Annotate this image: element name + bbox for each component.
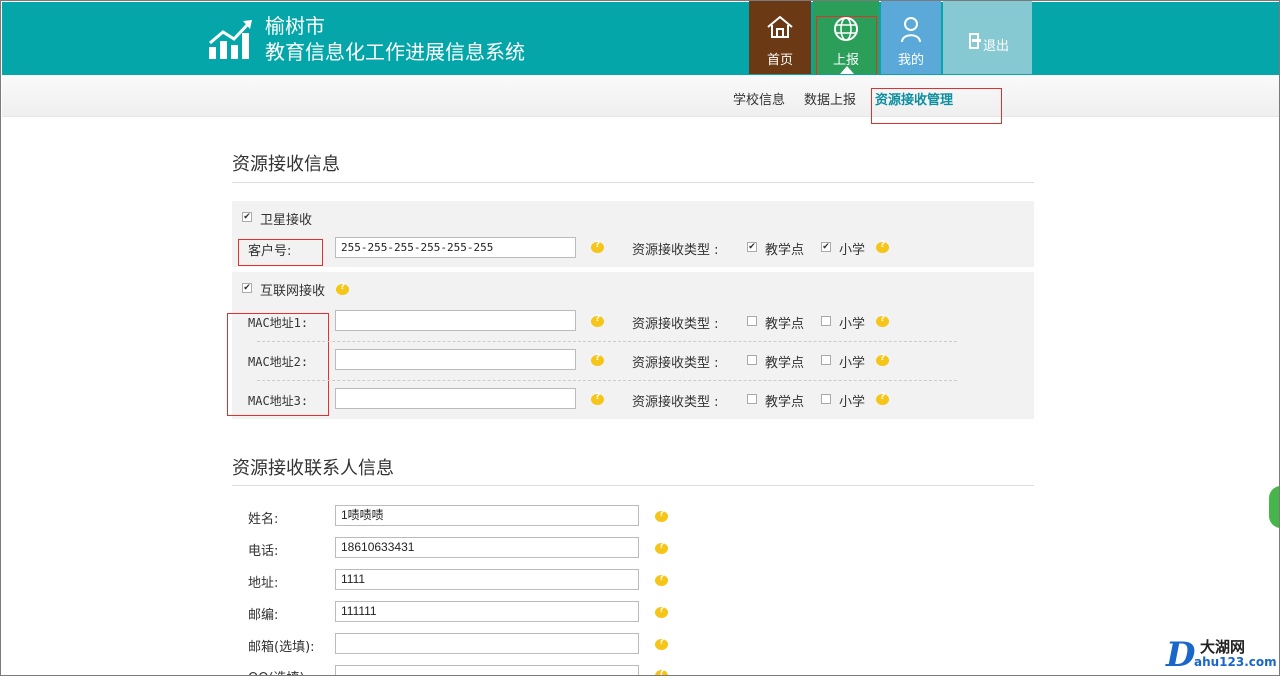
- internet-label: 互联网接收: [260, 284, 326, 299]
- section-divider: [232, 182, 1034, 183]
- resource-section-title: 资源接收信息: [232, 154, 340, 175]
- contact-section-title: 资源接收联系人信息: [232, 458, 394, 479]
- mac2-type-primary-label: 小学: [839, 356, 866, 371]
- help-icon[interactable]: [876, 240, 889, 253]
- phone-input[interactable]: 18610633431: [335, 537, 639, 558]
- row-divider: [257, 380, 957, 381]
- annotation-box-report: [816, 16, 877, 80]
- address-input[interactable]: 1111: [335, 569, 639, 590]
- mac3-type-primary-label: 小学: [839, 395, 866, 410]
- mac2-type-school-point-label: 教学点: [765, 356, 805, 371]
- nav-home-label: 首页: [766, 53, 793, 68]
- mac1-input[interactable]: [335, 310, 576, 331]
- name-label: 姓名:: [248, 512, 279, 527]
- mac2-type-label: 资源接收类型 :: [632, 356, 719, 371]
- name-input[interactable]: 1啧啧啧: [335, 505, 639, 526]
- annotation-box-resource-mgmt: [871, 88, 1002, 124]
- subnav-data-report[interactable]: 数据上报: [804, 89, 856, 108]
- sub-navigation: 学校信息 数据上报 资源接收管理: [2, 75, 1279, 117]
- type-primary-checkbox[interactable]: ✔: [821, 242, 831, 252]
- help-icon[interactable]: [591, 240, 604, 253]
- site-watermark: D 大湖网 ahu123.com: [1166, 633, 1277, 675]
- postcode-input[interactable]: 111111: [335, 601, 639, 622]
- home-icon: [767, 15, 793, 38]
- help-icon[interactable]: [655, 668, 668, 675]
- mac2-type-school-point-checkbox[interactable]: [747, 355, 757, 365]
- mac1-type-primary-checkbox[interactable]: [821, 316, 831, 326]
- qq-label: QQ(选填):: [248, 667, 309, 675]
- top-header: 榆树市 教育信息化工作进展信息系统: [2, 2, 1279, 75]
- satellite-checkbox[interactable]: ✔: [242, 212, 252, 222]
- mac3-type-school-point-checkbox[interactable]: [747, 394, 757, 404]
- mac3-input[interactable]: [335, 388, 576, 409]
- nav-home-button[interactable]: 首页: [749, 1, 811, 74]
- mac3-label: MAC地址3:: [248, 394, 309, 408]
- nav-logout-button[interactable]: 退出: [943, 1, 1032, 74]
- nav-logout-label: 退出: [983, 39, 1010, 54]
- nav-mine-label: 我的: [897, 53, 924, 68]
- address-label: 地址:: [248, 576, 279, 591]
- customer-no-input[interactable]: 255-255-255-255-255-255: [335, 237, 576, 258]
- mac3-type-primary-checkbox[interactable]: [821, 394, 831, 404]
- type-school-point-label: 教学点: [765, 243, 805, 258]
- type-school-point-checkbox[interactable]: ✔: [747, 242, 757, 252]
- watermark-en: ahu123.com: [1194, 655, 1277, 669]
- help-icon[interactable]: [591, 392, 604, 405]
- watermark-letter: D: [1166, 635, 1196, 675]
- mac2-input[interactable]: [335, 349, 576, 370]
- watermark-cn: 大湖网: [1200, 638, 1246, 656]
- city-name: 榆树市: [265, 14, 325, 38]
- help-icon[interactable]: [655, 605, 668, 618]
- mac1-type-primary-label: 小学: [839, 317, 866, 332]
- type-primary-label: 小学: [839, 243, 866, 258]
- mac1-type-school-point-checkbox[interactable]: [747, 316, 757, 326]
- browser-frame: 榆树市 教育信息化工作进展信息系统 首页 上报 我的 退出 学校信息 数据上报 …: [0, 0, 1280, 676]
- annotation-box-customer: [238, 239, 323, 266]
- nav-mine-button[interactable]: 我的: [881, 1, 941, 74]
- row-divider: [257, 341, 957, 342]
- mac2-label: MAC地址2:: [248, 355, 309, 369]
- help-icon[interactable]: [655, 573, 668, 586]
- help-icon[interactable]: [876, 353, 889, 366]
- floating-side-button[interactable]: [1269, 486, 1279, 528]
- help-icon[interactable]: [336, 282, 349, 295]
- help-icon[interactable]: [876, 392, 889, 405]
- email-label: 邮箱(选填):: [248, 640, 315, 655]
- help-icon[interactable]: [876, 314, 889, 327]
- satellite-label: 卫星接收: [260, 213, 313, 228]
- subnav-school-info[interactable]: 学校信息: [733, 89, 785, 108]
- email-input[interactable]: [335, 633, 639, 654]
- postcode-label: 邮编:: [248, 608, 279, 623]
- qq-input[interactable]: [335, 665, 639, 675]
- mac2-type-primary-checkbox[interactable]: [821, 355, 831, 365]
- type-label: 资源接收类型 :: [632, 243, 719, 258]
- mac1-type-label: 资源接收类型 :: [632, 317, 719, 332]
- help-icon[interactable]: [591, 353, 604, 366]
- help-icon[interactable]: [591, 314, 604, 327]
- logout-icon: [969, 33, 981, 49]
- help-icon[interactable]: [655, 541, 668, 554]
- chart-logo-icon: [209, 20, 252, 59]
- mac1-label: MAC地址1:: [248, 316, 309, 330]
- mac3-type-school-point-label: 教学点: [765, 395, 805, 410]
- mac1-type-school-point-label: 教学点: [765, 317, 805, 332]
- system-title: 教育信息化工作进展信息系统: [265, 40, 525, 64]
- help-icon[interactable]: [655, 509, 668, 522]
- section-divider: [232, 485, 1034, 486]
- mac3-type-label: 资源接收类型 :: [632, 395, 719, 410]
- user-icon: [901, 17, 921, 43]
- phone-label: 电话:: [248, 544, 279, 559]
- internet-checkbox[interactable]: ✔: [242, 283, 252, 293]
- help-icon[interactable]: [655, 637, 668, 650]
